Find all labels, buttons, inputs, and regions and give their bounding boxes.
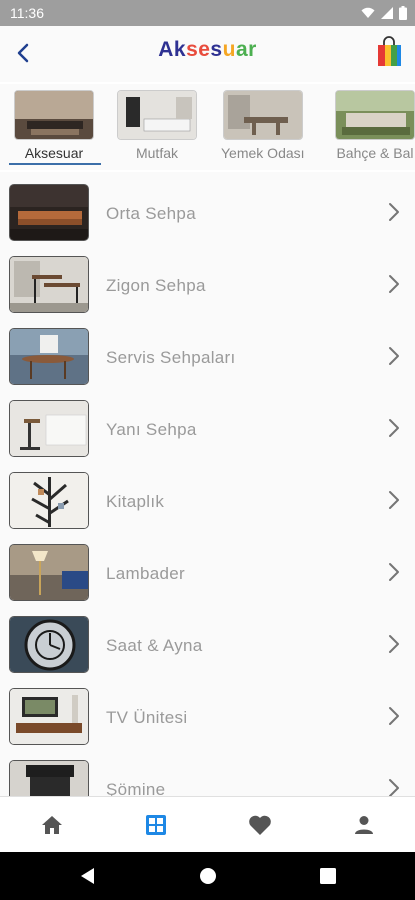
grid-icon bbox=[146, 815, 166, 835]
item-thumbnail bbox=[9, 472, 89, 529]
nav-categories[interactable] bbox=[141, 811, 171, 839]
circle-home-icon bbox=[200, 868, 216, 884]
system-recents-button[interactable] bbox=[318, 866, 338, 886]
item-thumbnail bbox=[9, 688, 89, 745]
chevron-right-icon bbox=[387, 490, 401, 510]
nav-profile[interactable] bbox=[349, 811, 379, 839]
chevron-right-icon bbox=[387, 706, 401, 726]
system-home-button[interactable] bbox=[198, 866, 218, 886]
item-thumbnail bbox=[9, 616, 89, 673]
person-icon bbox=[355, 816, 373, 834]
list-item[interactable]: Şömine bbox=[0, 748, 415, 796]
list-item[interactable]: Orta Sehpa bbox=[0, 172, 415, 244]
active-tab-indicator bbox=[9, 163, 101, 165]
item-label: Şömine bbox=[106, 780, 166, 796]
home-icon bbox=[42, 816, 62, 834]
item-thumbnail bbox=[9, 544, 89, 601]
category-thumbnail bbox=[335, 90, 415, 140]
list-item[interactable]: TV Ünitesi bbox=[0, 676, 415, 748]
chevron-right-icon bbox=[387, 346, 401, 366]
list-item[interactable]: Saat & Ayna bbox=[0, 604, 415, 676]
status-bar: 11:36 bbox=[0, 0, 415, 26]
item-thumbnail bbox=[9, 256, 89, 313]
chevron-right-icon bbox=[387, 202, 401, 222]
category-label: Bahçe & Bal bbox=[336, 145, 414, 161]
title-part: Ak bbox=[158, 38, 187, 61]
category-thumbnail bbox=[222, 90, 303, 140]
chevron-right-icon bbox=[387, 778, 401, 796]
category-label: Yemek Odası bbox=[221, 145, 305, 161]
heart-icon bbox=[249, 815, 271, 835]
title-part: ar bbox=[235, 38, 257, 61]
item-label: Orta Sehpa bbox=[106, 204, 196, 223]
subcategory-list[interactable]: Orta Sehpa Zigon Sehpa Servis Sehpaları … bbox=[0, 172, 415, 796]
item-label: TV Ünitesi bbox=[106, 708, 188, 727]
chevron-right-icon bbox=[387, 562, 401, 582]
item-thumbnail bbox=[9, 760, 89, 796]
item-label: Saat & Ayna bbox=[106, 636, 203, 655]
title-part: s bbox=[210, 38, 223, 61]
status-time: 11:36 bbox=[10, 5, 44, 21]
status-icons bbox=[361, 6, 407, 20]
page-title: Aksesuar bbox=[0, 38, 415, 62]
wifi-icon bbox=[361, 7, 375, 18]
list-item[interactable]: Kitaplık bbox=[0, 460, 415, 532]
item-thumbnail bbox=[9, 184, 89, 241]
app-bar: Aksesuar bbox=[0, 26, 415, 82]
list-item[interactable]: Lambader bbox=[0, 532, 415, 604]
item-thumbnail bbox=[9, 328, 89, 385]
system-back-button[interactable] bbox=[78, 866, 98, 886]
category-tab-yemek-odasi[interactable]: Yemek Odası bbox=[221, 90, 305, 161]
list-item[interactable]: Yanı Sehpa bbox=[0, 388, 415, 460]
category-label: Aksesuar bbox=[24, 145, 84, 161]
chevron-right-icon bbox=[387, 634, 401, 654]
category-label: Mutfak bbox=[135, 145, 178, 161]
item-label: Kitaplık bbox=[106, 492, 165, 511]
bottom-navigation bbox=[0, 796, 415, 852]
category-thumbnail bbox=[14, 90, 94, 140]
nav-home[interactable] bbox=[37, 811, 67, 839]
nav-favorites[interactable] bbox=[245, 811, 275, 839]
category-tab-bahce[interactable]: Bahçe & Bal bbox=[335, 90, 415, 161]
chevron-right-icon bbox=[387, 274, 401, 294]
square-recents-icon bbox=[320, 868, 336, 884]
title-part: se bbox=[186, 38, 211, 61]
category-tab-aksesuar[interactable]: Aksesuar bbox=[14, 90, 94, 161]
item-label: Yanı Sehpa bbox=[106, 420, 197, 439]
item-label: Servis Sehpaları bbox=[106, 348, 236, 367]
cart-button[interactable] bbox=[375, 36, 403, 68]
signal-icon bbox=[381, 7, 393, 19]
category-strip: Aksesuar Mutfak Yemek Odası Bahçe & Bal bbox=[0, 84, 415, 170]
category-thumbnail bbox=[117, 90, 197, 140]
triangle-back-icon bbox=[81, 868, 94, 884]
list-item[interactable]: Servis Sehpaları bbox=[0, 316, 415, 388]
item-label: Zigon Sehpa bbox=[106, 276, 206, 295]
item-label: Lambader bbox=[106, 564, 185, 583]
shopping-bag-icon bbox=[378, 36, 401, 66]
title-part: u bbox=[222, 38, 236, 61]
list-item[interactable]: Zigon Sehpa bbox=[0, 244, 415, 316]
battery-icon bbox=[399, 6, 407, 20]
item-thumbnail bbox=[9, 400, 89, 457]
chevron-right-icon bbox=[387, 418, 401, 438]
category-tab-mutfak[interactable]: Mutfak bbox=[117, 90, 197, 161]
system-navigation-bar bbox=[0, 852, 415, 900]
